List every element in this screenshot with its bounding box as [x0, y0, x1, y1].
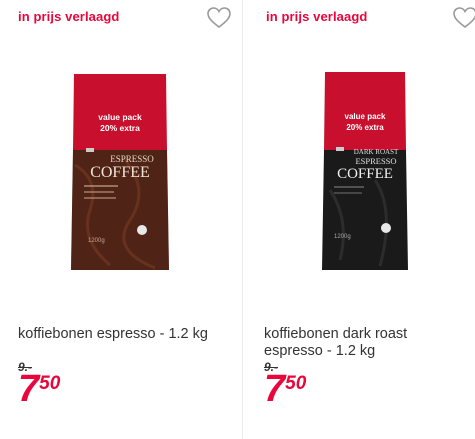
product-title[interactable]: koffiebonen espresso - 1.2 kg [18, 326, 233, 343]
price-integer: 7 [264, 368, 285, 410]
pack-name: COFFEE [337, 166, 393, 182]
pack-sub: ESPRESSO [110, 154, 154, 164]
price-decimal: 50 [285, 373, 307, 394]
pack-banner-line1: value pack [345, 112, 386, 121]
current-price: 7 50 [264, 370, 306, 408]
favorite-heart-icon[interactable] [206, 6, 232, 30]
pack-weight: 1200g [334, 234, 351, 240]
product-card[interactable]: in prijs verlaagd value pack 20% extra E… [0, 0, 236, 439]
price-integer: 7 [18, 368, 39, 410]
price-decimal: 50 [39, 373, 61, 394]
product-grid: in prijs verlaagd value pack 20% extra E… [0, 0, 475, 439]
pack-banner-line1: value pack [98, 112, 142, 122]
product-card[interactable]: in prijs verlaagd value pack 20% extra D… [248, 0, 475, 439]
card-divider [242, 0, 243, 439]
product-title[interactable]: koffiebonen dark roast espresso - 1.2 kg [264, 326, 464, 360]
product-image[interactable]: value pack 20% extra DARK ROAST ESPRESSO… [320, 70, 410, 279]
current-price: 7 50 [18, 370, 60, 408]
favorite-heart-icon[interactable] [452, 6, 475, 30]
pack-sub2: ESPRESSO [355, 156, 396, 166]
product-image[interactable]: value pack 20% extra ESPRESSO COFFEE 120… [70, 70, 170, 279]
pack-weight: 1200g [88, 238, 105, 244]
price-reduced-badge: in prijs verlaagd [266, 9, 368, 24]
price-reduced-badge: in prijs verlaagd [18, 9, 120, 24]
pack-banner-line2: 20% extra [346, 123, 384, 132]
pack-name: COFFEE [90, 164, 150, 181]
pack-sub: DARK ROAST [354, 148, 399, 156]
pack-banner-line2: 20% extra [100, 123, 140, 133]
